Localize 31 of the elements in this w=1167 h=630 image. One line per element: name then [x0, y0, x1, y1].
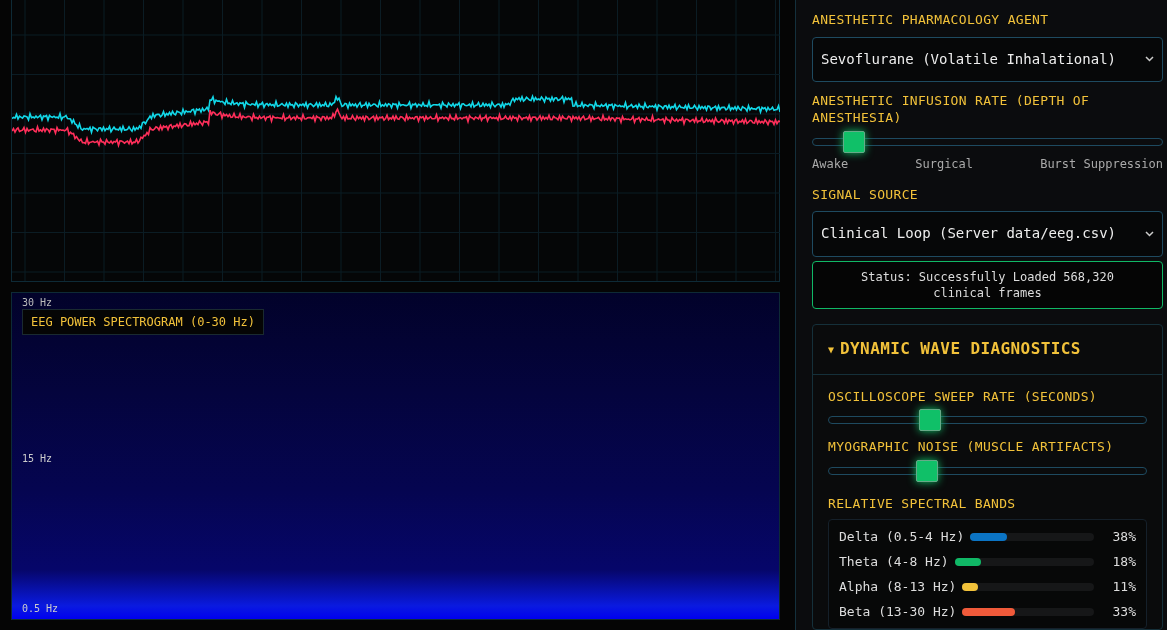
scale-label: Burst Suppression	[1040, 155, 1163, 173]
band-percent: 11%	[1111, 577, 1136, 596]
chevron-icon	[1145, 56, 1154, 63]
band-percent: 33%	[1111, 602, 1136, 621]
field-label: SIGNAL SOURCE	[812, 185, 919, 204]
scale-label: Surgical	[915, 155, 974, 173]
slider-thumb[interactable]	[843, 131, 866, 154]
frequency-axis-label: 30 Hz	[22, 296, 53, 310]
scale-label: Awake	[812, 155, 849, 173]
frequency-axis-label: 15 Hz	[22, 452, 53, 466]
section-label: RELATIVE SPECTRAL BANDS	[828, 494, 1017, 513]
source-select[interactable]: Clinical Loop (Server data/eeg.csv)	[812, 211, 1163, 257]
disclosure-triangle-icon: ▼	[828, 341, 835, 357]
band-name: Delta (0.5-4 Hz)	[839, 527, 965, 546]
spectrogram-title: EEG POWER SPECTROGRAM (0-30 Hz)	[22, 309, 264, 335]
slider-thumb[interactable]	[919, 409, 942, 431]
band-name: Alpha (8-13 Hz)	[839, 577, 957, 596]
status-message: Status: Successfully Loaded 568,320 clinical frames	[812, 260, 1163, 309]
field-label: ANESTHETIC INFUSION RATE (DEPTH OF ANESTHESIA)	[812, 91, 1091, 126]
agent-select[interactable]: Sevoflurane (Volatile Inhalational)	[812, 36, 1163, 82]
band-percent: 18%	[1111, 552, 1136, 571]
slider-label: MYOGRAPHIC NOISE (MUSCLE ARTIFACTS)	[828, 438, 1115, 456]
chevron-icon	[1145, 230, 1154, 237]
band-name: Theta (4-8 Hz)	[839, 552, 949, 571]
slider-label: OSCILLOSCOPE SWEEP RATE (SECONDS)	[828, 387, 1098, 406]
diagnostics-header[interactable]: ▼ DYNAMIC WAVE DIAGNOSTICS	[813, 324, 1162, 375]
field-label: ANESTHETIC PHARMACOLOGY AGENT	[812, 11, 1050, 29]
frequency-axis-label: 0.5 Hz	[22, 602, 59, 616]
band-name: Beta (13-30 Hz)	[839, 602, 957, 621]
band-percent: 38%	[1111, 527, 1136, 546]
slider-thumb[interactable]	[915, 459, 938, 482]
